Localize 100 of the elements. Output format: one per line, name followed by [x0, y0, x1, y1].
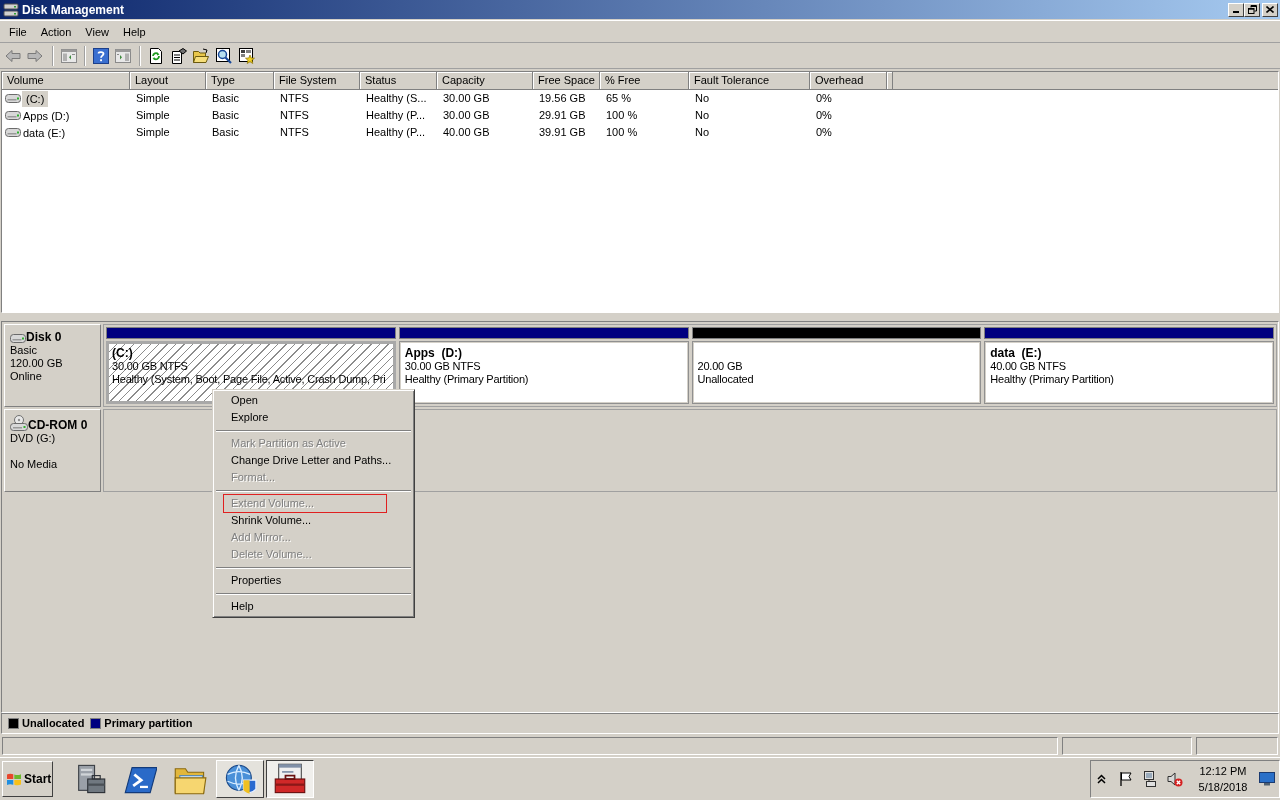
table-cell-text: Simple	[135, 91, 171, 107]
partition-label: Apps (D:)	[404, 347, 463, 360]
column-header[interactable]: Free Space	[533, 72, 600, 89]
table-cell-text: No	[694, 108, 711, 124]
monitor-icon[interactable]	[1259, 772, 1275, 786]
help-icon[interactable]	[93, 47, 109, 64]
column-header[interactable]: Volume	[2, 72, 130, 89]
menu-item[interactable]: View	[78, 22, 116, 41]
menu-item[interactable]: File	[2, 22, 34, 41]
partition-label: data (E:)	[990, 347, 1042, 360]
table-cell-text: Healthy (P...	[365, 108, 427, 124]
cd-drive-icon	[10, 415, 28, 431]
menu-item[interactable]: Properties	[215, 572, 290, 589]
table-cell-text: No	[694, 91, 711, 107]
partition-status: Healthy (Primary Partition)	[990, 373, 1114, 386]
disk-type: DVD (G:)	[10, 432, 57, 445]
close-button[interactable]	[1262, 2, 1278, 17]
table-cell-text: NTFS	[279, 125, 310, 141]
speaker-muted-icon[interactable]	[1167, 771, 1183, 787]
table-cell-text: No	[694, 125, 711, 141]
partition-status: Unallocated	[697, 373, 754, 386]
column-header[interactable]: Layout	[130, 72, 206, 89]
settings-icon[interactable]	[239, 47, 255, 64]
restore-button[interactable]	[1244, 2, 1260, 17]
table-cell[interactable]: data (E:)	[22, 124, 67, 141]
table-cell-text: Healthy (S...	[365, 91, 428, 107]
table-cell-text: Basic	[211, 108, 240, 124]
magnifier-icon[interactable]	[216, 47, 232, 64]
drive-icon	[5, 94, 21, 103]
window-title: Disk Management	[22, 2, 125, 17]
table-cell-text: 30.00 GB	[442, 108, 491, 124]
table-cell[interactable]: (C:)	[22, 90, 49, 107]
table-cell-text: NTFS	[279, 91, 310, 107]
table-cell-text: Basic	[211, 91, 240, 107]
drive-icon	[10, 334, 26, 343]
table-cell-text: 0%	[815, 108, 833, 124]
network-icon[interactable]	[1142, 771, 1158, 787]
disk-status: No Media	[10, 458, 59, 471]
column-header[interactable]: Overhead	[810, 72, 887, 89]
table-cell-text: NTFS	[279, 108, 310, 124]
menu-item[interactable]: Shrink Volume...	[215, 512, 320, 529]
column-header[interactable]: Capacity	[437, 72, 533, 89]
table-cell-text: 29.91 GB	[538, 108, 587, 124]
drive-icon	[5, 111, 21, 120]
drive-icon	[5, 128, 21, 137]
close-icon	[1266, 6, 1274, 13]
clock-date[interactable]: 5/18/2018	[1198, 779, 1248, 795]
panel-icon[interactable]	[115, 47, 131, 64]
partition-label: (C:)	[112, 347, 133, 360]
partition-status: Healthy (Primary Partition)	[404, 373, 529, 386]
menu-item[interactable]: Change Drive Letter and Paths...	[215, 452, 400, 469]
partition-status: Healthy (System, Boot, Page File, Active, Crash Dump, Pri	[112, 373, 386, 386]
menu-item[interactable]: Explore	[215, 409, 277, 426]
table-cell-text: Basic	[211, 125, 240, 141]
table-cell-text: 30.00 GB	[442, 91, 491, 107]
drive-stack-icon	[3, 1, 19, 18]
partition-size: 30.00 GB NTFS	[404, 360, 481, 373]
column-header[interactable]: Type	[206, 72, 274, 89]
table-cell-text: 65 %	[605, 91, 633, 107]
menu-item[interactable]: Help	[215, 598, 262, 615]
table-cell-text: 19.56 GB	[538, 91, 587, 107]
flag-icon[interactable]	[1118, 771, 1134, 787]
disk-name: CD-ROM 0	[28, 418, 88, 432]
column-header[interactable]: Fault Tolerance	[689, 72, 810, 89]
minimize-button[interactable]	[1228, 2, 1244, 17]
clock-time[interactable]: 12:12 PM	[1199, 763, 1247, 779]
back-arrow-icon[interactable]	[5, 48, 21, 63]
partition-size: 20.00 GB	[697, 360, 743, 373]
table-cell-text: Simple	[135, 125, 171, 141]
disk-type: Basic	[10, 344, 38, 357]
table-cell[interactable]: Apps (D:)	[22, 107, 71, 124]
column-header[interactable]: Status	[360, 72, 437, 89]
folder-icon[interactable]	[193, 47, 209, 64]
chevron-up-icon[interactable]	[1097, 774, 1106, 784]
toolbox-icon	[273, 762, 307, 796]
menu-item[interactable]: Help	[115, 22, 153, 41]
table-cell-text: 0%	[815, 91, 833, 107]
partition-size: 40.00 GB NTFS	[990, 360, 1066, 373]
refresh-icon[interactable]	[148, 47, 164, 64]
column-header[interactable]: File System	[274, 72, 360, 89]
partition-body[interactable]: 20.00 GB Unallocated	[691, 341, 982, 404]
menu-item[interactable]: Action	[33, 22, 79, 41]
start-button[interactable]: Start	[2, 761, 53, 797]
restore-icon	[1247, 5, 1257, 14]
column-header[interactable]: % Free	[600, 72, 689, 89]
partition-size: 30.00 GB NTFS	[112, 360, 188, 373]
table-cell-text: Simple	[135, 108, 171, 124]
partition-body[interactable]: Apps (D:) 30.00 GB NTFS Healthy (Primary Partition)	[398, 341, 689, 404]
legend-label: Unallocated	[22, 716, 85, 732]
globe-icon	[223, 762, 257, 796]
table-cell-text: 100 %	[605, 125, 639, 141]
disk-status: Online	[10, 370, 43, 383]
partition-body[interactable]: data (E:) 40.00 GB NTFS Healthy (Primary Partition)	[984, 341, 1274, 404]
windows-logo-icon	[6, 771, 22, 787]
column-header[interactable]	[887, 72, 893, 89]
taskbar-button[interactable]	[266, 760, 314, 798]
document-icon[interactable]	[171, 47, 187, 64]
table-cell-text: 40.00 GB	[442, 125, 491, 141]
forward-arrow-icon[interactable]	[27, 48, 43, 63]
panel-icon[interactable]	[61, 47, 77, 64]
